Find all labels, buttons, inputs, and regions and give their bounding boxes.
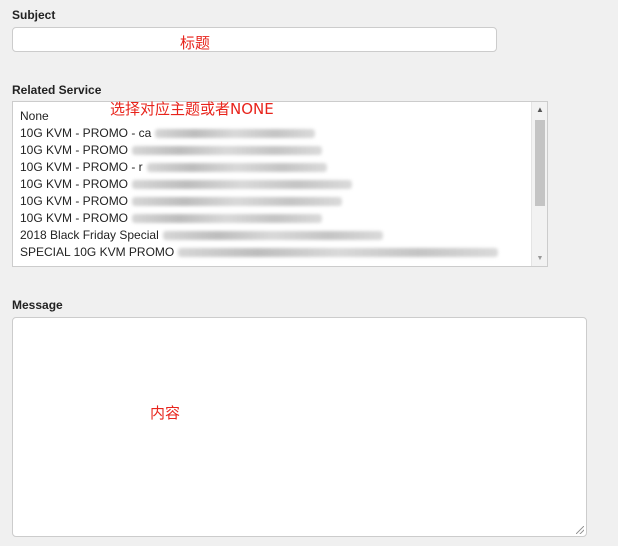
service-option-label: 10G KVM - PROMO	[20, 194, 129, 208]
redacted-text	[146, 163, 327, 173]
service-option-label: None	[20, 109, 49, 123]
redacted-text	[178, 248, 499, 258]
service-option[interactable]: 10G KVM - PROMO	[20, 210, 323, 227]
redacted-text	[132, 180, 353, 190]
listbox-scrollbar[interactable]: ▲ ▼	[531, 102, 547, 266]
redacted-text	[155, 129, 316, 139]
redacted-text	[132, 146, 323, 156]
subject-label: Subject	[12, 8, 56, 22]
redacted-text	[132, 197, 343, 207]
service-option-label: 10G KVM - PROMO	[20, 143, 129, 157]
service-option[interactable]: 10G KVM - PROMO - r	[20, 159, 327, 176]
service-option[interactable]: SPECIAL 10G KVM PROMO	[20, 244, 499, 261]
service-option-label: 2018 Black Friday Special	[20, 228, 159, 242]
message-textarea[interactable]	[12, 317, 587, 537]
chevron-up-icon[interactable]: ▲	[534, 104, 546, 116]
redacted-text	[162, 231, 383, 241]
redacted-text	[132, 214, 323, 224]
service-option-label: 10G KVM - PROMO - ca	[20, 126, 152, 140]
service-option-label: 10G KVM - PROMO	[20, 177, 129, 191]
related-service-label: Related Service	[12, 83, 102, 97]
service-option-label: 10G KVM - PROMO - r	[20, 160, 143, 174]
message-label: Message	[12, 298, 63, 312]
service-option-label: 10G KVM - PROMO	[20, 211, 129, 225]
service-option[interactable]: 10G KVM - PROMO	[20, 142, 323, 159]
resize-grip-icon[interactable]	[576, 526, 584, 534]
service-option[interactable]: 10G KVM - PROMO - ca	[20, 125, 316, 142]
service-option-none[interactable]: None	[20, 108, 49, 125]
service-option[interactable]: 10G KVM - PROMO	[20, 176, 353, 193]
scrollbar-thumb[interactable]	[535, 120, 545, 206]
chevron-down-icon[interactable]: ▼	[534, 254, 546, 264]
related-service-listbox[interactable]: None 10G KVM - PROMO - ca 10G KVM - PROM…	[12, 101, 548, 267]
service-option[interactable]: 10G KVM - PROMO	[20, 193, 343, 210]
subject-input[interactable]	[12, 27, 497, 52]
service-option-label: SPECIAL 10G KVM PROMO	[20, 245, 175, 259]
service-option[interactable]: 2018 Black Friday Special	[20, 227, 383, 244]
